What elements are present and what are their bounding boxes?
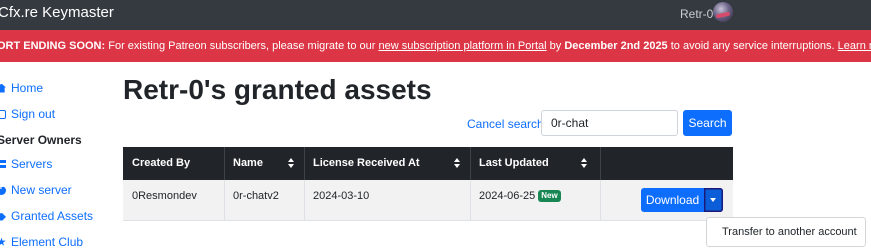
avatar[interactable] [713,2,733,22]
sidebar-item-label: New server [11,183,72,197]
portal-link[interactable]: new subscription platform in Portal [378,40,546,52]
sort-icon [581,158,588,169]
column-header-last-updated[interactable]: Last Updated [470,147,600,180]
column-label: Last Updated [479,157,549,169]
top-navbar: Cfx.re Keymaster Retr-0 [0,0,871,30]
sidebar-item-sign-out[interactable]: Sign out [0,107,55,121]
column-header-name[interactable]: Name [224,147,304,180]
plus-circle-icon [0,182,6,195]
download-button[interactable]: Download [641,188,704,212]
assets-table-header: Created By Name License Received At Last… [123,147,733,180]
banner-text: to avoid any service interruptions. [667,40,838,52]
banner-deadline: December 2nd 2025 [564,40,668,52]
sidebar-item-home[interactable]: Home [0,81,43,95]
column-header-created-by[interactable]: Created By [123,147,224,180]
star-icon [0,237,6,246]
column-label: License Received At [313,157,420,169]
sidebar-item-granted-assets[interactable]: Granted Assets [0,209,93,223]
sidebar-item-new-server[interactable]: New server [0,182,72,197]
sidebar-item-label: Element Club [11,235,84,249]
page-title: Retr-0's granted assets [123,74,432,105]
transfer-account-menu-item[interactable]: Transfer to another account [722,226,857,238]
search-input[interactable] [541,110,678,136]
sidebar-item-label: Home [11,81,44,95]
sort-icon [288,158,295,169]
banner-prefix: ORT ENDING SOON: [0,40,106,52]
sidebar: Home Sign out Server Owners Servers New … [0,62,110,250]
column-label: Created By [132,157,191,169]
last-updated-date: 2024-06-25 [479,190,536,202]
sidebar-item-label: Servers [11,157,53,171]
cancel-search-link[interactable]: Cancel search [467,117,544,131]
column-header-license-received-at[interactable]: License Received At [304,147,470,180]
home-icon [0,83,6,93]
download-options-toggle[interactable] [704,188,723,212]
sidebar-item-label: Sign out [11,107,56,121]
column-label: Name [233,157,263,169]
tag-icon [0,213,6,221]
banner-text: by [546,40,565,52]
cell-name: 0r-chatv2 [233,190,279,202]
cell-license-received-at: 2024-03-10 [313,190,370,202]
cell-last-updated: 2024-06-25 New [470,180,600,221]
new-badge: New [538,190,561,202]
sidebar-item-element-club[interactable]: Element Club [0,235,83,249]
brand-title[interactable]: Cfx.re Keymaster [0,4,114,21]
download-dropdown-menu: Transfer to another account [706,217,866,247]
search-button[interactable]: Search [683,110,732,136]
learn-more-link[interactable]: Learn more [838,40,871,52]
user-name[interactable]: Retr-0 [680,7,713,21]
server-icon [0,160,6,168]
sidebar-section-heading: Server Owners [0,133,82,147]
cell-created-by: 0Resmondev [132,190,197,202]
sign-out-icon [0,109,6,119]
banner-text: For existing Patreon subscribers, please… [105,40,379,52]
sort-icon [454,158,461,169]
announcement-banner: ORT ENDING SOON: For existing Patreon su… [0,30,871,62]
sidebar-item-label: Granted Assets [11,209,94,223]
sidebar-item-servers[interactable]: Servers [0,157,52,171]
